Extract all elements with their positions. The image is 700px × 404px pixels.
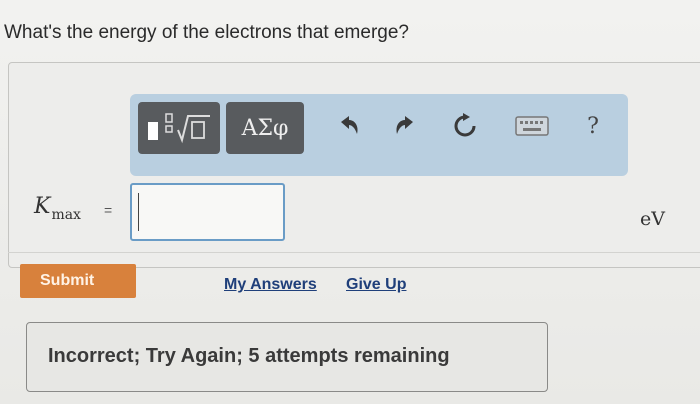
redo-icon[interactable] <box>388 108 422 144</box>
templates-button[interactable] <box>138 102 220 154</box>
panel-divider <box>8 252 700 253</box>
variable-subscript: max <box>51 207 81 223</box>
math-toolbar: ΑΣφ ? <box>130 94 628 176</box>
variable-symbol: K <box>34 194 51 219</box>
reset-icon[interactable] <box>448 108 482 144</box>
undo-icon[interactable] <box>332 108 366 144</box>
feedback-message: Incorrect; Try Again; 5 attempts remaini… <box>48 345 450 367</box>
text-cursor <box>138 193 139 231</box>
variable-label: Kmax <box>34 194 81 223</box>
my-answers-link[interactable]: My Answers <box>224 276 317 294</box>
question-text: What's the energy of the electrons that … <box>4 22 409 43</box>
submit-button[interactable]: Submit <box>20 264 136 298</box>
help-button[interactable]: ? <box>576 108 610 144</box>
templates-icon <box>148 113 210 144</box>
answer-input[interactable] <box>130 183 285 241</box>
equals-sign: = <box>104 202 113 218</box>
keyboard-icon[interactable] <box>512 108 552 144</box>
greek-symbols-button[interactable]: ΑΣφ <box>226 102 304 154</box>
give-up-link[interactable]: Give Up <box>346 276 406 294</box>
unit-label: eV <box>640 208 665 230</box>
